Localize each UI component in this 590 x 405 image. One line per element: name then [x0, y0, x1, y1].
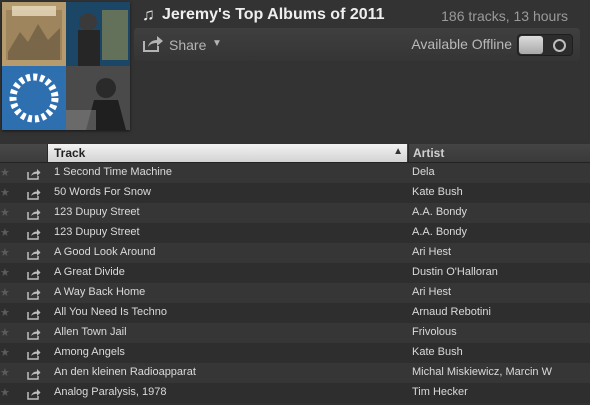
table-row[interactable]: ★ A Good Look Around Ari Hest: [0, 243, 590, 263]
artist-name[interactable]: A.A. Bondy: [412, 206, 586, 218]
table-row[interactable]: ★ 50 Words For Snow Kate Bush: [0, 183, 590, 203]
toggle-knob: [519, 36, 543, 54]
column-header-track[interactable]: Track ▲: [48, 144, 407, 162]
star-icon[interactable]: ★: [0, 306, 10, 319]
album-cover-4: [66, 66, 130, 130]
artist-name[interactable]: Tim Hecker: [412, 386, 586, 398]
artist-name[interactable]: Ari Hest: [412, 286, 586, 298]
table-row[interactable]: ★ Analog Paralysis, 1978 Tim Hecker: [0, 383, 590, 403]
track-name: 1 Second Time Machine: [54, 166, 173, 178]
sort-ascending-icon: ▲: [393, 146, 403, 157]
star-icon[interactable]: ★: [0, 246, 10, 259]
share-button[interactable]: Share ▼: [142, 34, 237, 56]
playlist-title-row: ♫ Jeremy's Top Albums of 2011 186 tracks…: [142, 5, 582, 27]
track-name: A Way Back Home: [54, 286, 146, 298]
star-icon[interactable]: ★: [0, 266, 10, 279]
artist-name[interactable]: Arnaud Rebotini: [412, 306, 586, 318]
column-header-track-label: Track: [54, 146, 86, 160]
table-row[interactable]: ★ An den kleinen Radioapparat Michal Miski…: [0, 363, 590, 383]
star-icon[interactable]: ★: [0, 386, 10, 399]
star-icon[interactable]: ★: [0, 326, 10, 339]
artist-name[interactable]: Dustin O'Halloran: [412, 266, 586, 278]
artist-name[interactable]: Michal Miskiewicz, Marcin W: [412, 366, 586, 378]
star-icon[interactable]: ★: [0, 166, 10, 179]
track-name: Allen Town Jail: [54, 326, 127, 338]
music-note-icon: ♫: [142, 5, 155, 24]
track-name: 50 Words For Snow: [54, 186, 152, 198]
artist-name[interactable]: A.A. Bondy: [412, 226, 586, 238]
toggle-off-icon: [553, 39, 566, 52]
track-name: An den kleinen Radioapparat: [54, 366, 196, 378]
artist-name[interactable]: Kate Bush: [412, 346, 586, 358]
star-icon[interactable]: ★: [0, 226, 10, 239]
star-icon[interactable]: ★: [0, 346, 10, 359]
artist-name[interactable]: Frivolous: [412, 326, 586, 338]
track-table-header: Track ▲ Artist: [0, 144, 590, 163]
playlist-cover-mosaic[interactable]: [2, 2, 130, 130]
artist-name[interactable]: Ari Hest: [412, 246, 586, 258]
star-icon[interactable]: ★: [0, 206, 10, 219]
share-icon: [142, 35, 164, 58]
playlist-toolbar: Share ▼ Available Offline: [134, 28, 580, 61]
available-offline-toggle[interactable]: [517, 34, 573, 56]
chevron-down-icon: ▼: [212, 38, 222, 49]
table-row[interactable]: ★ Among Angels Kate Bush: [0, 343, 590, 363]
track-name: A Good Look Around: [54, 246, 156, 258]
track-name: 123 Dupuy Street: [54, 226, 140, 238]
album-cover-1: [2, 2, 66, 66]
artist-name[interactable]: Dela: [412, 166, 586, 178]
track-name: A Great Divide: [54, 266, 125, 278]
track-name: Analog Paralysis, 1978: [54, 386, 167, 398]
track-name: 123 Dupuy Street: [54, 206, 140, 218]
track-name: All You Need Is Techno: [54, 306, 167, 318]
share-icon[interactable]: [27, 387, 41, 405]
column-header-controls: [0, 144, 48, 162]
table-row[interactable]: ★ All You Need Is Techno Arnaud Rebotini: [0, 303, 590, 323]
table-row[interactable]: ★ 123 Dupuy Street A.A. Bondy: [0, 223, 590, 243]
playlist-header: ♫ Jeremy's Top Albums of 2011 186 tracks…: [0, 0, 590, 140]
album-cover-2: [66, 2, 130, 66]
star-icon[interactable]: ★: [0, 366, 10, 379]
album-cover-3: [2, 66, 66, 130]
track-name: Among Angels: [54, 346, 125, 358]
column-header-artist-label: Artist: [413, 146, 445, 160]
table-row[interactable]: ★ A Way Back Home Ari Hest: [0, 283, 590, 303]
share-label: Share: [169, 37, 207, 53]
track-list: ★ 1 Second Time Machine Dela ★ 50 Words For …: [0, 163, 590, 403]
column-header-artist[interactable]: Artist: [408, 144, 590, 162]
table-row[interactable]: ★ 123 Dupuy Street A.A. Bondy: [0, 203, 590, 223]
available-offline-label: Available Offline: [411, 36, 512, 52]
star-icon[interactable]: ★: [0, 286, 10, 299]
playlist-title: Jeremy's Top Albums of 2011: [162, 6, 385, 23]
table-row[interactable]: ★ Allen Town Jail Frivolous: [0, 323, 590, 343]
table-row[interactable]: ★ 1 Second Time Machine Dela: [0, 163, 590, 183]
star-icon[interactable]: ★: [0, 186, 10, 199]
table-row[interactable]: ★ A Great Divide Dustin O'Halloran: [0, 263, 590, 283]
artist-name[interactable]: Kate Bush: [412, 186, 586, 198]
playlist-track-count: 186 tracks, 13 hours: [441, 8, 568, 24]
